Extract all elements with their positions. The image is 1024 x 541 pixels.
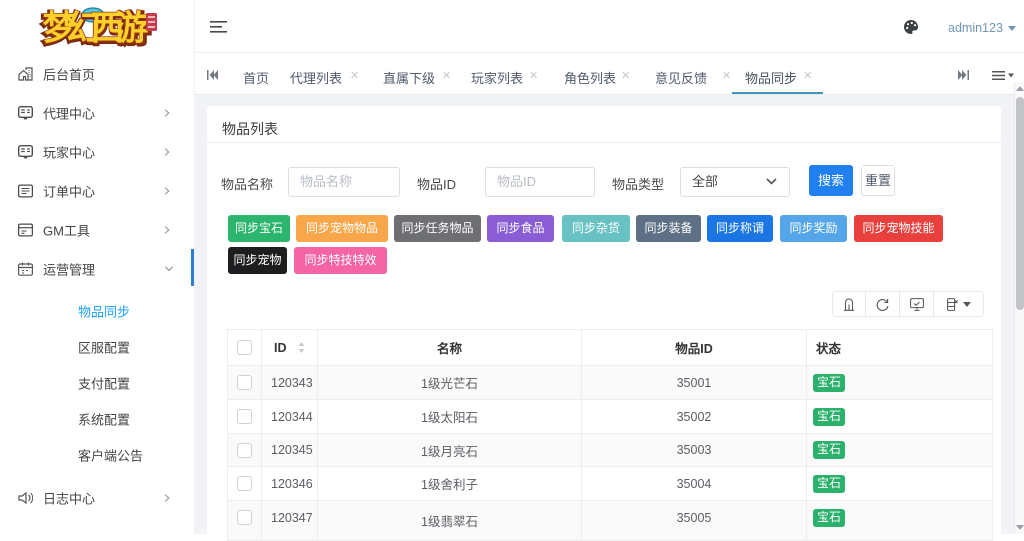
- svg-text:梦幻西游: 梦幻西游: [43, 10, 149, 48]
